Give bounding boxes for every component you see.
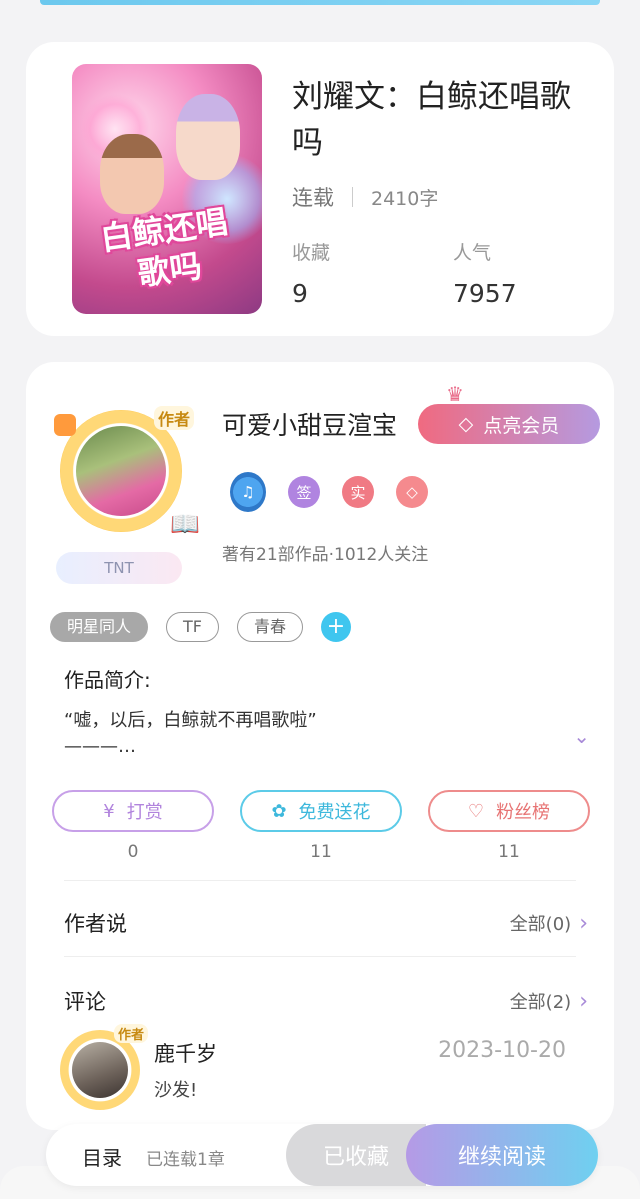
flower-count: 11 <box>310 842 332 862</box>
author-says-more[interactable]: 全部(0) › <box>510 910 588 936</box>
author-works-info: 著有21部作品·1012人关注 <box>222 545 429 565</box>
signed-badge[interactable]: 签 <box>288 476 320 508</box>
verified-badge[interactable]: 实 <box>342 476 374 508</box>
fan-group-label[interactable]: TNT <box>56 552 182 584</box>
send-flower-button[interactable]: ✿ 免费送花 <box>240 790 402 832</box>
saved-button[interactable]: 已收藏 <box>286 1124 426 1186</box>
diamond-badge-icon[interactable]: ◇ <box>396 476 428 508</box>
fans-label: 粉丝榜 <box>496 802 551 823</box>
flower-action: ✿ 免费送花 11 <box>240 790 402 862</box>
yen-coin-icon: ¥ <box>103 800 115 822</box>
crown-icon: ♛ <box>446 382 464 406</box>
intro-text: “嘘，以后，白鲸就不再唱歌啦” ———… <box>64 708 484 760</box>
tag-list: 明星同人 TF 青春 + <box>50 612 352 642</box>
author-detail-card: 作者 📖 TNT 可爱小甜豆渲宝 ♛ ◇ 点亮会员 ♫ 签 实 ◇ 著有21部作… <box>26 362 614 1130</box>
expand-chevron-icon[interactable]: ⌄ <box>573 724 590 748</box>
fans-action: ♡ 粉丝榜 11 <box>428 790 590 862</box>
flower-icon: ✿ <box>271 800 287 822</box>
commenter-name[interactable]: 鹿千岁 <box>154 1038 217 1068</box>
favorites-label: 收藏 <box>292 242 331 264</box>
chevron-right-icon: › <box>579 988 588 1014</box>
avatar-image <box>76 426 166 516</box>
comment-text: 沙发! <box>154 1080 198 1101</box>
popularity-label: 人气 <box>453 242 492 264</box>
chevron-right-icon: › <box>579 910 588 936</box>
continue-reading-button[interactable]: 继续阅读 <box>406 1124 598 1186</box>
open-book-icon: 📖 <box>170 510 200 538</box>
vip-button[interactable]: ◇ 点亮会员 <box>418 404 600 444</box>
cover-title-art: 白鲸还唱歌吗 <box>98 202 231 294</box>
tip-action: ¥ 打赏 0 <box>52 790 214 862</box>
section-divider <box>64 956 576 957</box>
intro-title: 作品简介: <box>64 668 151 692</box>
tag-item[interactable]: 明星同人 <box>50 612 149 642</box>
action-buttons: ¥ 打赏 0 ✿ 免费送花 11 ♡ 粉丝榜 11 <box>52 790 590 862</box>
cover-figure <box>176 94 240 180</box>
section-divider <box>64 880 576 881</box>
tag-item[interactable]: 青春 <box>237 612 304 642</box>
fan-ranking-button[interactable]: ♡ 粉丝榜 <box>428 790 590 832</box>
tip-label: 打赏 <box>126 802 163 823</box>
vip-button-label: 点亮会员 <box>483 414 560 437</box>
avatar-image <box>72 1042 128 1098</box>
comments-title: 评论 <box>64 990 106 1014</box>
add-tag-button[interactable]: + <box>321 612 352 642</box>
fans-count: 11 <box>498 842 520 862</box>
word-count: 2410字 <box>371 187 439 210</box>
intro-text-content: “嘘，以后，白鲸就不再唱歌啦” ———… <box>64 710 317 757</box>
comment-date: 2023-10-20 <box>438 1038 566 1063</box>
cover-figure <box>100 134 164 214</box>
meta-divider <box>352 187 353 207</box>
comments-count: 全部(2) <box>509 992 572 1013</box>
book-title: 刘耀文：白鲸还唱歌吗 <box>292 79 571 161</box>
book-meta: 连载 2410字 <box>292 182 438 212</box>
commenter-avatar[interactable]: 作者 <box>60 1024 148 1110</box>
popularity-stat: 人气 7957 <box>453 238 517 308</box>
author-tag: 作者 <box>113 1024 148 1043</box>
book-status: 连载 <box>292 186 334 210</box>
author-avatar[interactable]: 作者 📖 <box>54 406 200 538</box>
author-badge-icon <box>54 414 76 436</box>
chapter-count: 已连载1章 <box>146 1150 225 1170</box>
author-says-title: 作者说 <box>64 912 127 936</box>
tag-item[interactable]: TF <box>166 612 219 642</box>
user-heart-icon: ♡ <box>467 800 485 822</box>
diamond-icon: ◇ <box>458 413 474 435</box>
flower-label: 免费送花 <box>298 802 371 823</box>
book-cover[interactable]: 白鲸还唱歌吗 <box>72 64 262 314</box>
bottom-action-bar: 目录 已连载1章 已收藏 继续阅读 <box>46 1124 598 1186</box>
music-medal-icon[interactable]: ♫ <box>230 472 266 512</box>
tip-button[interactable]: ¥ 打赏 <box>52 790 214 832</box>
author-says-count: 全部(0) <box>509 914 572 935</box>
top-progress-bar <box>40 0 600 5</box>
toc-button[interactable]: 目录 <box>82 1142 122 1171</box>
author-name[interactable]: 可爱小甜豆渲宝 <box>222 406 397 442</box>
author-badges: ♫ 签 实 ◇ <box>230 472 428 512</box>
comments-more[interactable]: 全部(2) › <box>510 988 588 1014</box>
favorites-stat: 收藏 9 <box>292 238 330 308</box>
book-info-card: 白鲸还唱歌吗 刘耀文：白鲸还唱歌吗 连载 2410字 收藏 9 人气 7957 <box>26 42 614 336</box>
tip-count: 0 <box>127 842 139 862</box>
author-tag: 作者 <box>153 406 194 430</box>
favorites-value: 9 <box>292 279 308 308</box>
popularity-value: 7957 <box>453 279 517 308</box>
